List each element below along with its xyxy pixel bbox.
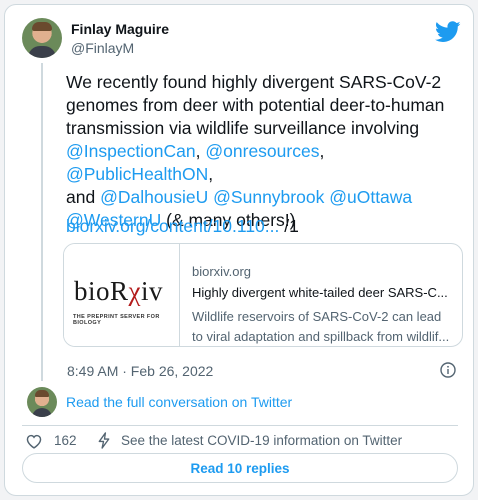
heart-icon[interactable] bbox=[25, 433, 43, 449]
author-name[interactable]: Finlay Maguire bbox=[71, 21, 169, 37]
info-icon[interactable] bbox=[440, 362, 456, 378]
biorxiv-wordmark: bioRχiv bbox=[74, 276, 164, 306]
mention-onresources[interactable]: @onresources bbox=[205, 141, 319, 161]
preview-site: biorxiv.org bbox=[192, 264, 252, 279]
author-handle[interactable]: @FinlayM bbox=[71, 40, 134, 56]
author-avatar[interactable] bbox=[22, 18, 62, 58]
tweet-card: Finlay Maguire @FinlayM We recently foun… bbox=[4, 4, 474, 496]
mention-inspectioncan[interactable]: @InspectionCan bbox=[66, 141, 196, 161]
divider bbox=[22, 425, 458, 426]
and-word: and bbox=[66, 187, 101, 207]
mention-separator: , bbox=[208, 164, 214, 184]
preview-title: Highly divergent white-tailed deer SARS-… bbox=[192, 285, 448, 300]
tweet-timestamp[interactable]: 8:49 AM · Feb 26, 2022 bbox=[67, 363, 213, 379]
mention-separator: , bbox=[195, 141, 206, 161]
biorxiv-logo: bioRχiv THE PREPRINT SERVER FOR BIOLOGY bbox=[64, 244, 180, 346]
tweet-line: genomes from deer with potential deer-to… bbox=[66, 95, 445, 115]
thread-marker: /1 bbox=[279, 216, 299, 236]
preview-description: Wildlife reservoirs of SARS-CoV-2 can le… bbox=[192, 309, 450, 344]
thread-connector bbox=[41, 63, 43, 381]
tweet-mentions-line: and @DalhousieU @Sunnybrook @uOttawa bbox=[66, 186, 466, 209]
tweet-link-line: biorxiv.org/content/10.110... /1 bbox=[66, 216, 299, 237]
mention-dalhousieu[interactable]: @DalhousieU bbox=[100, 187, 208, 207]
tweet-link[interactable]: biorxiv.org/content/10.110... bbox=[66, 216, 279, 236]
tweet-line: transmission via wildlife surveillance i… bbox=[66, 118, 420, 138]
like-count: 162 bbox=[54, 433, 77, 448]
read-full-conversation-link[interactable]: Read the full conversation on Twitter bbox=[66, 394, 292, 410]
reply-avatar[interactable] bbox=[27, 387, 57, 417]
link-preview-card[interactable]: bioRχiv THE PREPRINT SERVER FOR BIOLOGY … bbox=[63, 243, 463, 347]
covid-info-link[interactable]: See the latest COVID-19 information on T… bbox=[121, 433, 402, 448]
mention-sunnybrook[interactable]: @Sunnybrook bbox=[213, 187, 324, 207]
tweet-mentions-line: @InspectionCan, @onresources, @PublicHea… bbox=[66, 140, 466, 186]
biorxiv-tagline: THE PREPRINT SERVER FOR BIOLOGY bbox=[73, 314, 160, 326]
mention-publichealthon[interactable]: @PublicHealthON bbox=[66, 164, 208, 184]
mention-separator: , bbox=[319, 141, 325, 161]
tweet-line: We recently found highly divergent SARS-… bbox=[66, 72, 442, 92]
tweet-body: We recently found highly divergent SARS-… bbox=[66, 71, 466, 232]
read-replies-button[interactable]: Read 10 replies bbox=[22, 453, 458, 483]
mention-uottawa[interactable]: @uOttawa bbox=[329, 187, 412, 207]
twitter-bird-icon[interactable] bbox=[435, 21, 461, 43]
lightning-bolt-icon bbox=[98, 432, 110, 449]
